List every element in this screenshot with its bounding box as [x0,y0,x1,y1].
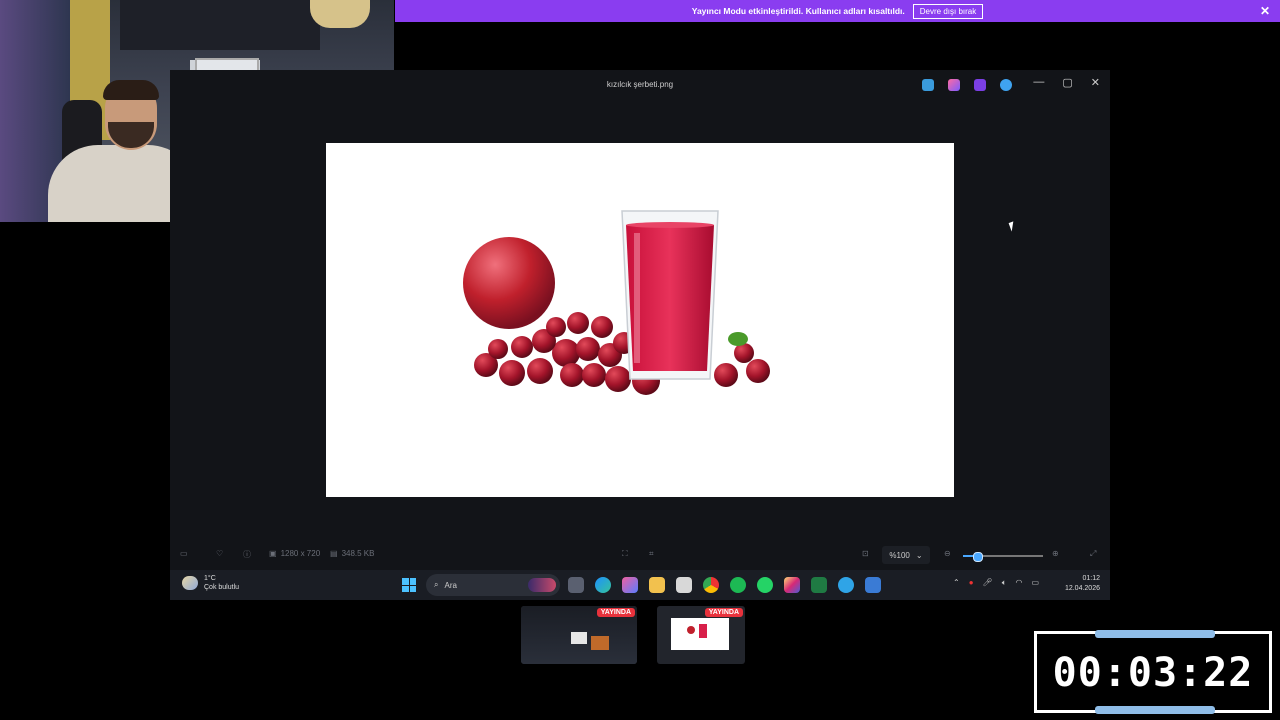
preview-2-berry [687,626,695,634]
preview-1-tile [591,636,609,650]
cranberry-juice-image [463,210,770,395]
store-icon[interactable] [676,577,692,593]
system-tray: ⌃ ● 🎤︎ 🔈︎ ◠ ▭ [953,578,1039,588]
edge-icon[interactable] [595,577,611,593]
onedrive-icon[interactable] [1000,79,1012,91]
preview-2-glass [699,624,707,638]
disable-streamer-mode-button[interactable]: Devre dışı bırak [912,3,984,19]
timer-bar-top [1095,630,1215,638]
taskbar-clock[interactable]: 01:12 12.04.2026 [1065,574,1100,594]
live-badge: YAYINDA [704,608,743,617]
photos-icon[interactable] [865,577,881,593]
ai-erase-icon[interactable] [948,79,960,91]
stream-preview-1[interactable]: YAYINDA [521,606,637,664]
browser-icon[interactable] [838,577,854,593]
clock-date: 12.04.2026 [1064,585,1100,592]
close-icon[interactable]: ✕ [1260,4,1270,18]
info-icon[interactable]: ⓘ [243,549,251,560]
copilot-icon[interactable] [622,577,638,593]
taskbar-apps [568,577,881,593]
webcam-ceiling [120,0,320,50]
fit-to-window-icon[interactable]: ⊡ [862,549,869,558]
webcam-person-1-hair [103,80,159,100]
taskbar: 1°C Çok bulutlu ⌕ Ara ⌃ ● 🎤︎ 🔈︎ ◠ ▭ 01:1… [170,570,1110,600]
wifi-icon[interactable]: ◠ [1016,578,1023,588]
whatsapp-icon[interactable] [757,577,773,593]
window-controls: — ▢ ✕ [1033,76,1100,89]
dimensions-text: 1280 x 720 [280,549,321,558]
file-size-text: 348.5 KB [341,549,375,558]
minimize-button[interactable]: — [1033,76,1044,89]
fit-icon[interactable]: ⛶ [622,549,628,559]
banner-message: Yayıncı Modu etkinleştirildi. Kullanıcı … [691,6,905,16]
file-size: ▤ 348.5 KB [330,549,374,558]
start-button[interactable] [402,578,416,592]
zoom-slider[interactable] [963,552,1043,562]
close-window-button[interactable]: ✕ [1091,76,1100,89]
large-cranberry [463,237,555,329]
search-highlight-icon [528,578,556,592]
leaf [728,332,748,346]
zoom-label: %100 [889,550,910,560]
weather-temp: 1°C [204,575,216,582]
streamer-mode-banner: Yayıncı Modu etkinleştirildi. Kullanıcı … [395,0,1280,22]
microphone-icon[interactable]: 🎤︎ [983,578,993,588]
image-canvas[interactable] [326,143,954,497]
image-dimensions: ▣ 1280 x 720 [269,549,320,558]
clipchamp-icon[interactable] [974,79,986,91]
visual-search-icon[interactable]: ⌗ [649,549,654,559]
stream-timer: 00:03:22 [1034,630,1272,714]
battery-icon[interactable]: ▭ [1032,578,1040,588]
weather-widget[interactable]: 1°C Çok bulutlu [182,574,239,592]
edit-icon[interactable] [922,79,934,91]
zoom-in-icon[interactable]: ⊕ [1052,549,1059,558]
search-placeholder: Ara [444,580,457,590]
photo-viewer-window: kızılcık şerbeti.png — ▢ ✕ ▭ ♡ ⓘ ▣ 1280 … [170,70,1110,600]
juice-glass [621,210,719,380]
preview-1-window [571,632,587,644]
stream-preview-2[interactable]: YAYINDA [657,606,745,664]
clock-time: 01:12 [1082,575,1100,582]
webcam-lamp [310,0,370,28]
chevron-up-icon[interactable]: ⌃ [953,578,960,588]
weather-condition: Çok bulutlu [204,584,240,591]
task-view-icon[interactable] [568,577,584,593]
timer-bar-bottom [1095,706,1215,714]
maximize-button[interactable]: ▢ [1062,76,1072,89]
dimensions-icon: ▣ [269,549,277,558]
fullscreen-icon[interactable]: ⤢ [1090,549,1096,559]
tray-app-icon[interactable]: ● [969,578,974,588]
excel-icon[interactable] [811,577,827,593]
filmstrip-icon[interactable]: ▭ [180,549,188,558]
search-icon: ⌕ [434,580,439,589]
viewer-toolbar-icons [922,79,1012,91]
taskbar-search[interactable]: ⌕ Ara [426,574,560,596]
file-size-icon: ▤ [330,549,338,558]
spotify-icon[interactable] [730,577,746,593]
viewer-bottom-bar: ▭ ♡ ⓘ ▣ 1280 x 720 ▤ 348.5 KB ⛶ ⌗ ⊡ %100… [170,544,1110,568]
live-badge: YAYINDA [596,608,635,617]
zoom-dropdown[interactable]: %100 ⌄ [882,546,930,564]
chrome-icon[interactable] [703,577,719,593]
zoom-out-icon[interactable]: ⊖ [944,549,951,558]
volume-icon[interactable]: 🔈︎ [1002,578,1007,588]
favorite-icon[interactable]: ♡ [216,549,223,558]
file-explorer-icon[interactable] [649,577,665,593]
zoom-slider-thumb[interactable] [973,552,984,562]
instagram-icon[interactable] [784,577,800,593]
cloud-icon [182,576,198,590]
timer-text: 00:03:22 [1052,650,1254,696]
chevron-down-icon: ⌄ [915,550,923,560]
